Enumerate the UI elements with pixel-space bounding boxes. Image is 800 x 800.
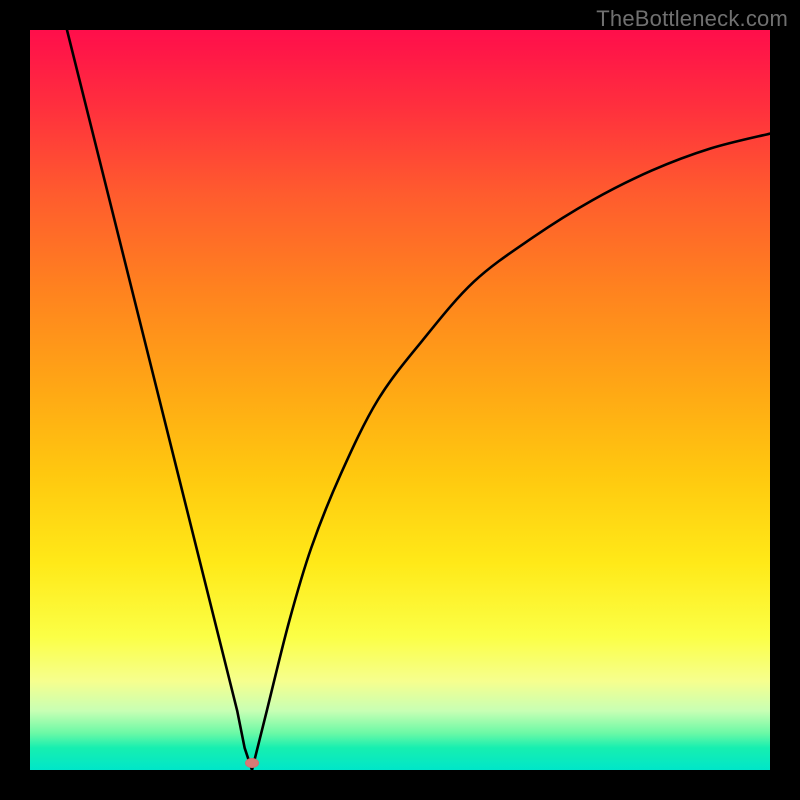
- plot-area: [30, 30, 770, 770]
- curve-right-branch: [252, 134, 770, 770]
- chart-frame: TheBottleneck.com: [0, 0, 800, 800]
- curve-left-branch: [67, 30, 252, 770]
- watermark-text: TheBottleneck.com: [596, 6, 788, 32]
- curve-svg: [30, 30, 770, 770]
- minimum-marker: [245, 758, 259, 768]
